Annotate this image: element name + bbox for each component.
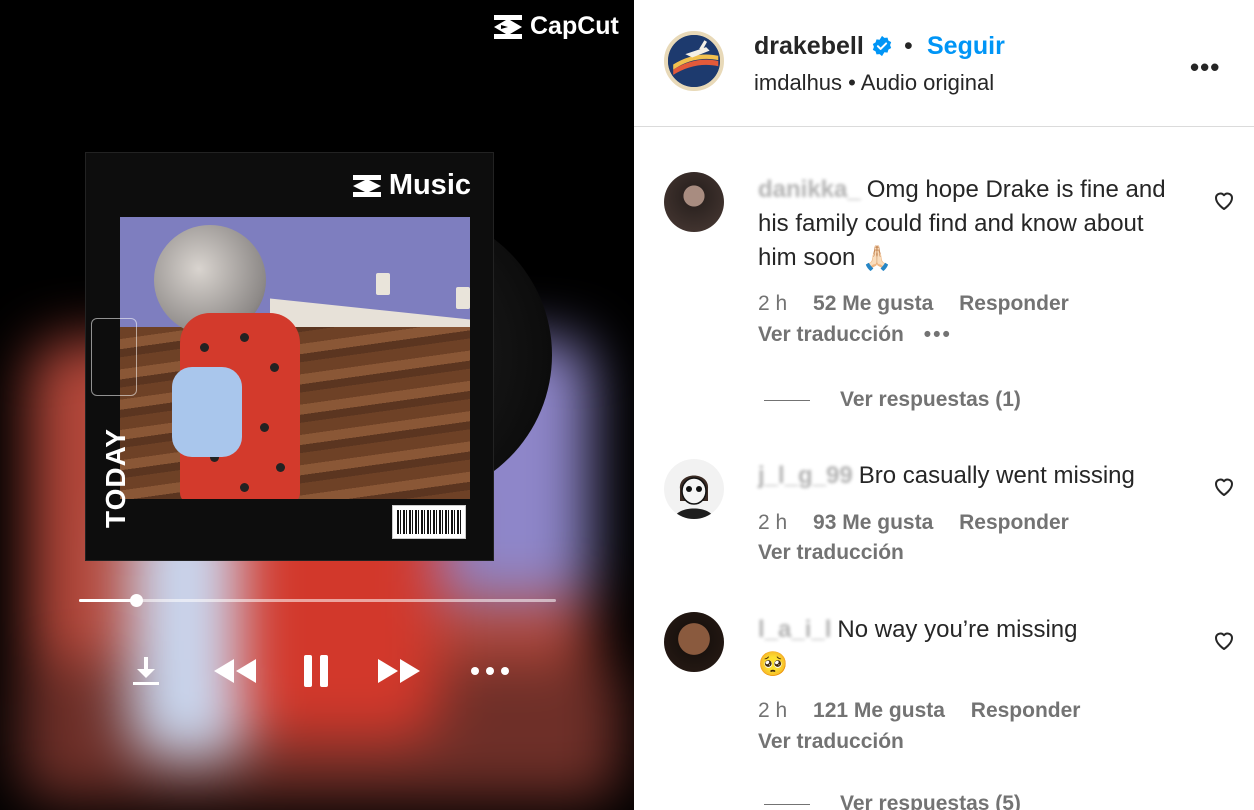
comment-meta: 2 h 52 Me gusta Responder <box>758 292 1089 316</box>
comment-text-block: l_a_i_l No way you’re missing 🥺 <box>758 613 1178 682</box>
comment-text: No way you’re missing <box>837 616 1078 643</box>
more-options-button[interactable] <box>468 646 512 696</box>
reply-button[interactable]: Responder <box>959 511 1069 534</box>
more-dots-icon <box>471 667 509 675</box>
pause-button[interactable] <box>296 646 336 696</box>
audio-label[interactable]: Audio original <box>861 70 994 95</box>
replies-divider-line <box>764 399 810 401</box>
comment-likes[interactable]: 93 Me gusta <box>813 511 933 534</box>
barcode <box>392 505 466 539</box>
post-side-panel: drakebell • Seguir imdalhus • Audio orig… <box>634 0 1254 810</box>
audio-info: imdalhus • Audio original <box>754 70 994 96</box>
post-username[interactable]: drakebell <box>754 32 864 61</box>
comment-meta: 2 h 93 Me gusta Responder <box>758 511 1089 535</box>
follow-button[interactable]: Seguir <box>927 32 1005 61</box>
see-translation-link[interactable]: Ver traducción <box>758 323 904 346</box>
separator-dot: • <box>848 70 861 95</box>
view-replies-label: Ver respuestas (5) <box>840 792 1021 810</box>
reply-button[interactable]: Responder <box>959 292 1069 315</box>
comment-meta: 2 h 121 Me gusta Responder <box>758 699 1100 723</box>
comment-likes[interactable]: 121 Me gusta <box>813 699 945 722</box>
commenter-avatar[interactable] <box>664 612 724 672</box>
comment-time: 2 h <box>758 292 788 315</box>
audio-author[interactable]: imdalhus <box>754 70 842 95</box>
reply-button[interactable]: Responder <box>971 699 1081 722</box>
comment-text: Bro casually went missing <box>858 462 1135 489</box>
translate-row: Ver traducción <box>758 541 904 565</box>
view-replies-button[interactable]: Ver respuestas (5) <box>764 792 1021 810</box>
like-heart-icon[interactable] <box>1212 188 1236 212</box>
commenter-username[interactable]: l_a_i_l <box>758 616 831 643</box>
commenter-avatar[interactable] <box>664 459 724 519</box>
download-icon <box>133 657 159 685</box>
post-options-button[interactable]: ••• <box>1190 52 1220 83</box>
comment-text-block: j_l_g_99 Bro casually went missing <box>758 459 1178 493</box>
rewind-button[interactable] <box>208 646 260 696</box>
commenter-avatar-image <box>674 475 714 519</box>
see-translation-link[interactable]: Ver traducción <box>758 730 904 753</box>
profile-avatar[interactable] <box>664 31 724 91</box>
player-controls <box>120 646 520 696</box>
album-side-text: TODAY <box>100 428 131 528</box>
fast-forward-icon <box>378 659 420 683</box>
capcut-watermark-text: CapCut <box>530 12 619 40</box>
separator-dot: • <box>904 32 913 60</box>
comment-time: 2 h <box>758 511 788 534</box>
profile-avatar-image <box>668 35 720 87</box>
comment-likes[interactable]: 52 Me gusta <box>813 292 933 315</box>
playback-progress-bar[interactable] <box>79 594 556 607</box>
album-brand: Music <box>351 169 471 202</box>
post-header: drakebell • Seguir imdalhus • Audio orig… <box>634 0 1254 127</box>
fast-forward-button[interactable] <box>374 646 426 696</box>
video-player[interactable]: CapCut Music TODAY <box>0 0 634 810</box>
album-photo <box>120 217 470 499</box>
download-button[interactable] <box>124 646 168 696</box>
translate-row: Ver traducción <box>758 730 904 754</box>
replies-divider-line <box>764 803 810 805</box>
see-translation-link[interactable]: Ver traducción <box>758 541 904 564</box>
capcut-logo-icon <box>352 174 381 197</box>
album-label-box <box>91 318 137 396</box>
album-cover: Music TODAY <box>85 152 494 561</box>
comment-text-block: danikka_ Omg hope Drake is fine and his f… <box>758 173 1178 276</box>
progress-fill <box>79 599 137 602</box>
comment-time: 2 h <box>758 699 788 722</box>
commenter-username[interactable]: danikka_ <box>758 176 861 203</box>
capcut-watermark: CapCut <box>492 12 619 41</box>
pause-icon <box>304 655 328 687</box>
view-replies-label: Ver respuestas (1) <box>840 388 1021 411</box>
verified-badge-icon <box>872 35 892 57</box>
like-heart-icon[interactable] <box>1212 474 1236 498</box>
pleading-face-emoji: 🥺 <box>758 650 788 678</box>
album-brand-text: Music <box>388 169 471 201</box>
commenter-username[interactable]: j_l_g_99 <box>758 462 853 489</box>
like-heart-icon[interactable] <box>1212 628 1236 652</box>
rewind-icon <box>214 659 256 683</box>
commenter-avatar[interactable] <box>664 172 724 232</box>
capcut-logo-icon <box>494 14 522 39</box>
view-replies-button[interactable]: Ver respuestas (1) <box>764 388 1021 412</box>
comment-options-button[interactable]: ••• <box>924 323 952 346</box>
translate-row: Ver traducción ••• <box>758 323 952 347</box>
praying-hands-emoji: 🙏🏻 <box>862 244 892 272</box>
